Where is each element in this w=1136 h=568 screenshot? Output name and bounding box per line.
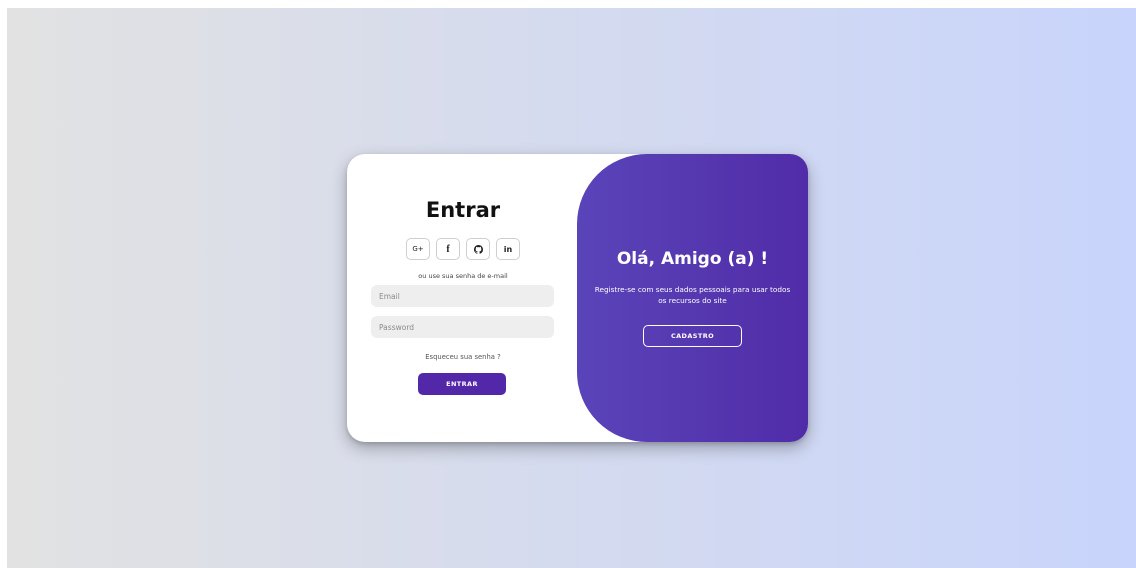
- register-panel: Olá, Amigo (a) ! Registre-se com seus da…: [577, 154, 808, 442]
- welcome-title: Olá, Amigo (a) !: [616, 249, 769, 269]
- github-icon[interactable]: [466, 238, 490, 260]
- auth-card: Entrar G+ f in ou use sua senha de e-mai…: [347, 154, 808, 442]
- social-login-row: G+ f in: [406, 238, 520, 260]
- password-field[interactable]: [371, 316, 554, 338]
- github-icon-glyph: [473, 244, 483, 254]
- sign-in-title: Entrar: [425, 198, 501, 222]
- google-plus-icon[interactable]: G+: [406, 238, 430, 260]
- forgot-password-link[interactable]: Esqueceu sua senha ?: [347, 353, 579, 361]
- register-button[interactable]: CADASTRO: [643, 325, 742, 347]
- email-field[interactable]: [371, 285, 554, 307]
- register-description: Registre-se com seus dados pessoais para…: [594, 285, 791, 305]
- page-background: Entrar G+ f in ou use sua senha de e-mai…: [7, 8, 1136, 568]
- sign-in-button[interactable]: ENTRAR: [418, 373, 506, 395]
- sign-in-panel: Entrar G+ f in ou use sua senha de e-mai…: [347, 154, 579, 442]
- facebook-icon[interactable]: f: [436, 238, 460, 260]
- linkedin-icon[interactable]: in: [496, 238, 520, 260]
- email-hint-text: ou use sua senha de e-mail: [418, 272, 508, 280]
